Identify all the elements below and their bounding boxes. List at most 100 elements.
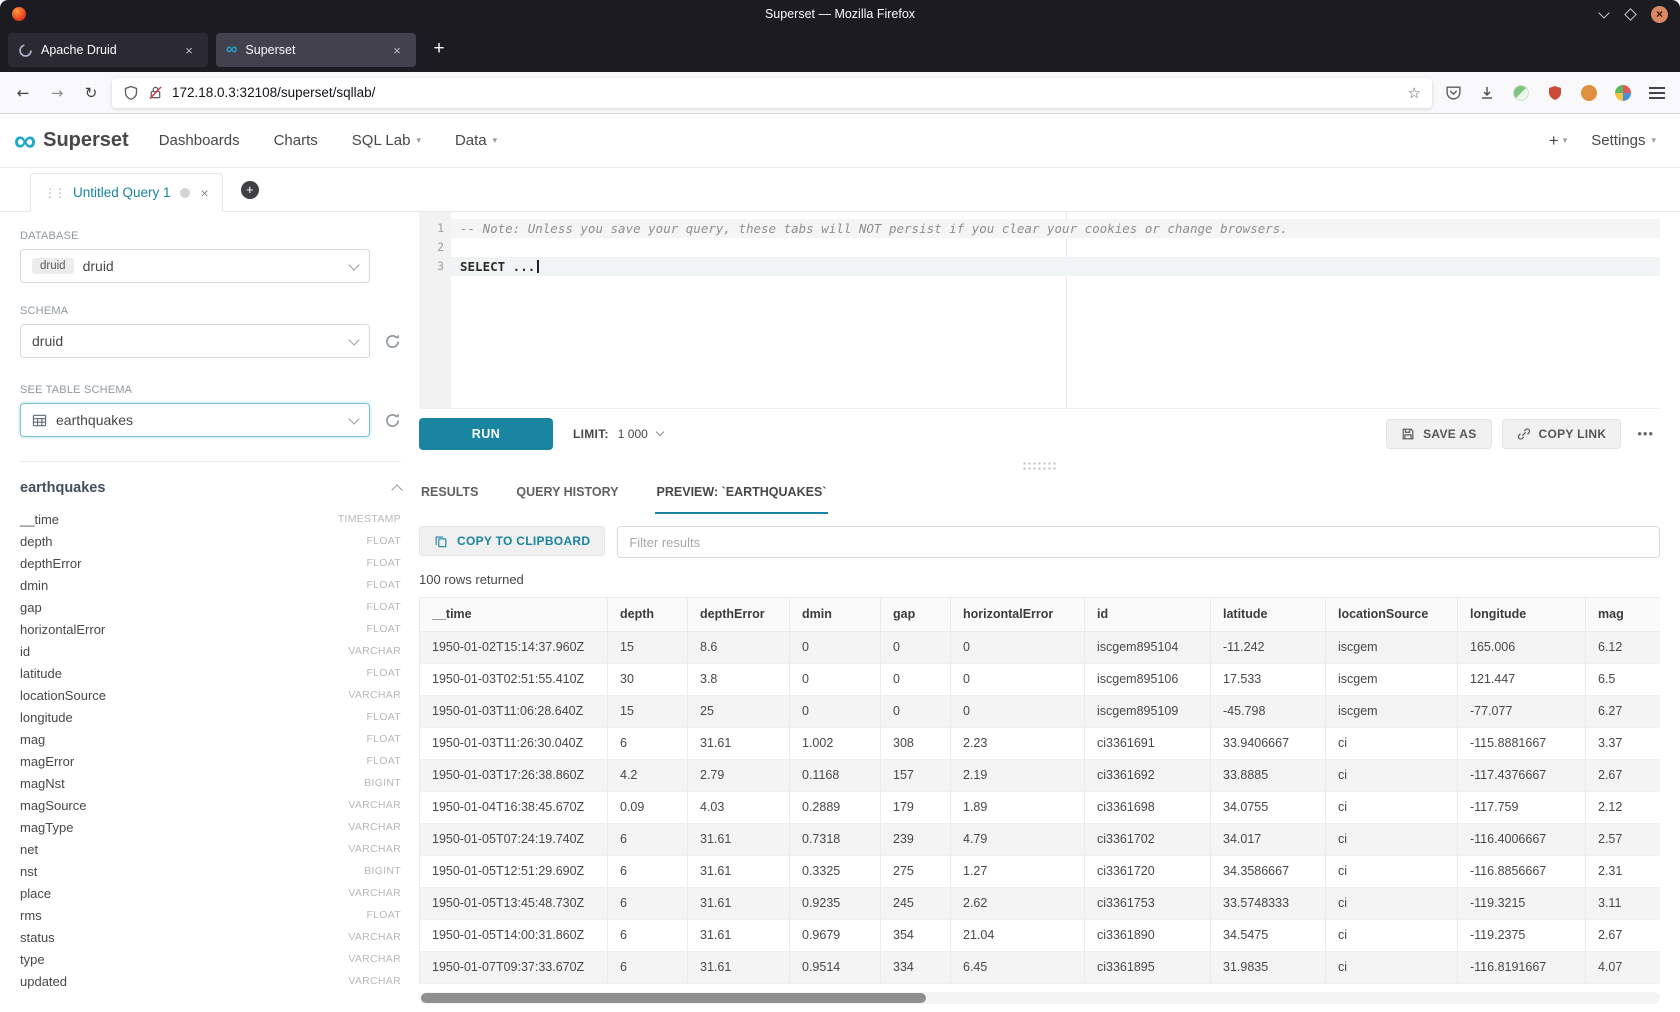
- new-tab-button[interactable]: +: [424, 35, 454, 65]
- scrollbar-thumb[interactable]: [421, 993, 926, 1003]
- column-header[interactable]: locationSource: [1326, 598, 1458, 632]
- column-header[interactable]: depthError: [688, 598, 790, 632]
- column-type: VARCHAR: [348, 689, 401, 701]
- column-header[interactable]: longitude: [1458, 598, 1586, 632]
- column-header[interactable]: latitude: [1211, 598, 1326, 632]
- table-cell: 1.27: [951, 856, 1085, 888]
- shield-icon[interactable]: [123, 85, 139, 101]
- downloads-icon[interactable]: [1474, 80, 1500, 106]
- tab-close-icon[interactable]: ×: [180, 43, 198, 58]
- insecure-lock-icon[interactable]: [148, 85, 163, 100]
- editor-code-area[interactable]: -- Note: Unless you save your query, the…: [451, 212, 1660, 408]
- url-text[interactable]: 172.18.0.3:32108/superset/sqllab/: [172, 85, 1399, 100]
- ublock-shield-icon[interactable]: [1542, 80, 1568, 106]
- new-item-menu[interactable]: +▾: [1549, 131, 1567, 151]
- tab-close-icon[interactable]: ×: [388, 43, 406, 58]
- schema-column-row: magNstBIGINT: [20, 772, 401, 794]
- schema-column-row: magFLOAT: [20, 728, 401, 750]
- pane-resize-handle[interactable]: [419, 458, 1660, 472]
- column-header[interactable]: dmin: [790, 598, 881, 632]
- chevron-down-icon: [348, 259, 359, 270]
- limit-dropdown[interactable]: LIMIT: 1 000: [573, 427, 663, 441]
- nav-item-sql-lab[interactable]: SQL Lab▾: [352, 132, 421, 149]
- nav-item-data[interactable]: Data▾: [455, 132, 497, 149]
- table-cell: 0.2889: [790, 792, 881, 824]
- database-label: DATABASE: [20, 230, 401, 242]
- tab-preview-earthquakes[interactable]: PREVIEW: `EARTHQUAKES`: [655, 472, 829, 514]
- schema-column-row: placeVARCHAR: [20, 882, 401, 904]
- extension-pinwheel-icon[interactable]: [1610, 80, 1636, 106]
- table-cell: 179: [881, 792, 951, 824]
- table-cell: 6: [608, 888, 688, 920]
- table-grid-icon: [32, 413, 47, 428]
- extension-green-icon[interactable]: [1508, 80, 1534, 106]
- chevron-up-icon[interactable]: [391, 484, 402, 495]
- chevron-down-icon: ▾: [1563, 136, 1568, 146]
- table-cell: ci3361890: [1085, 920, 1211, 952]
- table-cell: ci3361753: [1085, 888, 1211, 920]
- copy-link-button[interactable]: COPY LINK: [1502, 419, 1622, 449]
- run-button[interactable]: RUN: [419, 418, 553, 450]
- save-as-button[interactable]: SAVE AS: [1386, 419, 1491, 449]
- column-header[interactable]: mag: [1586, 598, 1661, 632]
- column-type: FLOAT: [366, 667, 401, 679]
- table-cell: 6.12: [1586, 632, 1661, 664]
- refresh-table-icon[interactable]: [384, 412, 401, 429]
- browser-tab-druid[interactable]: Apache Druid ×: [8, 33, 208, 67]
- maximize-icon[interactable]: [1624, 8, 1637, 21]
- back-icon[interactable]: ←: [10, 84, 36, 102]
- url-field[interactable]: 172.18.0.3:32108/superset/sqllab/ ☆: [112, 78, 1432, 108]
- editor-pane: 1 2 3 -- Note: Unless you save your quer…: [419, 212, 1680, 1012]
- column-header[interactable]: id: [1085, 598, 1211, 632]
- table-schema-title: earthquakes: [20, 480, 105, 496]
- pocket-icon[interactable]: [1440, 80, 1466, 106]
- tab-query-history[interactable]: QUERY HISTORY: [514, 472, 620, 514]
- sql-editor[interactable]: 1 2 3 -- Note: Unless you save your quer…: [419, 212, 1660, 408]
- table-select[interactable]: earthquakes: [20, 403, 370, 437]
- more-actions-button[interactable]: •••: [1631, 426, 1660, 441]
- extension-orange-icon[interactable]: [1576, 80, 1602, 106]
- nav-item-dashboards[interactable]: Dashboards: [159, 132, 240, 149]
- menu-icon[interactable]: [1644, 80, 1670, 106]
- close-icon[interactable]: ×: [1651, 6, 1668, 23]
- column-type: FLOAT: [366, 733, 401, 745]
- schema-select[interactable]: druid: [20, 324, 370, 358]
- line-number: 1: [419, 219, 444, 238]
- superset-navbar: ∞ Superset Dashboards Charts SQL Lab▾ Da…: [0, 114, 1680, 168]
- table-schema-label: SEE TABLE SCHEMA: [20, 384, 401, 396]
- query-tab-close-icon[interactable]: ×: [201, 185, 209, 201]
- table-cell: ci: [1326, 952, 1458, 984]
- browser-tab-superset[interactable]: ∞ Superset ×: [216, 33, 416, 67]
- table-cell: 8.6: [688, 632, 790, 664]
- database-select[interactable]: druid druid: [20, 249, 370, 283]
- schema-column-row: rmsFLOAT: [20, 904, 401, 926]
- tab-results[interactable]: RESULTS: [419, 472, 480, 514]
- table-cell: iscgem: [1326, 632, 1458, 664]
- column-header[interactable]: gap: [881, 598, 951, 632]
- bookmark-star-icon[interactable]: ☆: [1408, 84, 1421, 102]
- add-query-tab-button[interactable]: +: [241, 181, 259, 199]
- filter-results-input[interactable]: [617, 526, 1660, 558]
- drag-handle-icon[interactable]: ⋮⋮: [44, 186, 64, 200]
- table-cell: 21.04: [951, 920, 1085, 952]
- table-cell: ci3361895: [1085, 952, 1211, 984]
- schema-column-row: depthFLOAT: [20, 530, 401, 552]
- query-tab[interactable]: ⋮⋮ Untitled Query 1 ×: [30, 173, 223, 212]
- table-cell: 0: [881, 664, 951, 696]
- reload-icon[interactable]: ↻: [78, 84, 104, 102]
- refresh-schema-icon[interactable]: [384, 333, 401, 350]
- column-header[interactable]: depth: [608, 598, 688, 632]
- forward-icon[interactable]: →: [44, 84, 70, 102]
- settings-menu[interactable]: Settings▾: [1591, 132, 1656, 149]
- editor-gutter: 1 2 3: [419, 212, 451, 408]
- table-cell: 31.61: [688, 888, 790, 920]
- table-schema-header[interactable]: earthquakes: [20, 480, 401, 496]
- column-header[interactable]: horizontalError: [951, 598, 1085, 632]
- column-header[interactable]: __time: [420, 598, 608, 632]
- brand-name: Superset: [43, 129, 129, 152]
- superset-logo[interactable]: ∞ Superset: [14, 127, 129, 155]
- copy-to-clipboard-button[interactable]: COPY TO CLIPBOARD: [419, 526, 605, 556]
- table-cell: 1950-01-05T07:24:19.740Z: [420, 824, 608, 856]
- nav-item-charts[interactable]: Charts: [274, 132, 318, 149]
- minimize-icon[interactable]: [1599, 9, 1610, 20]
